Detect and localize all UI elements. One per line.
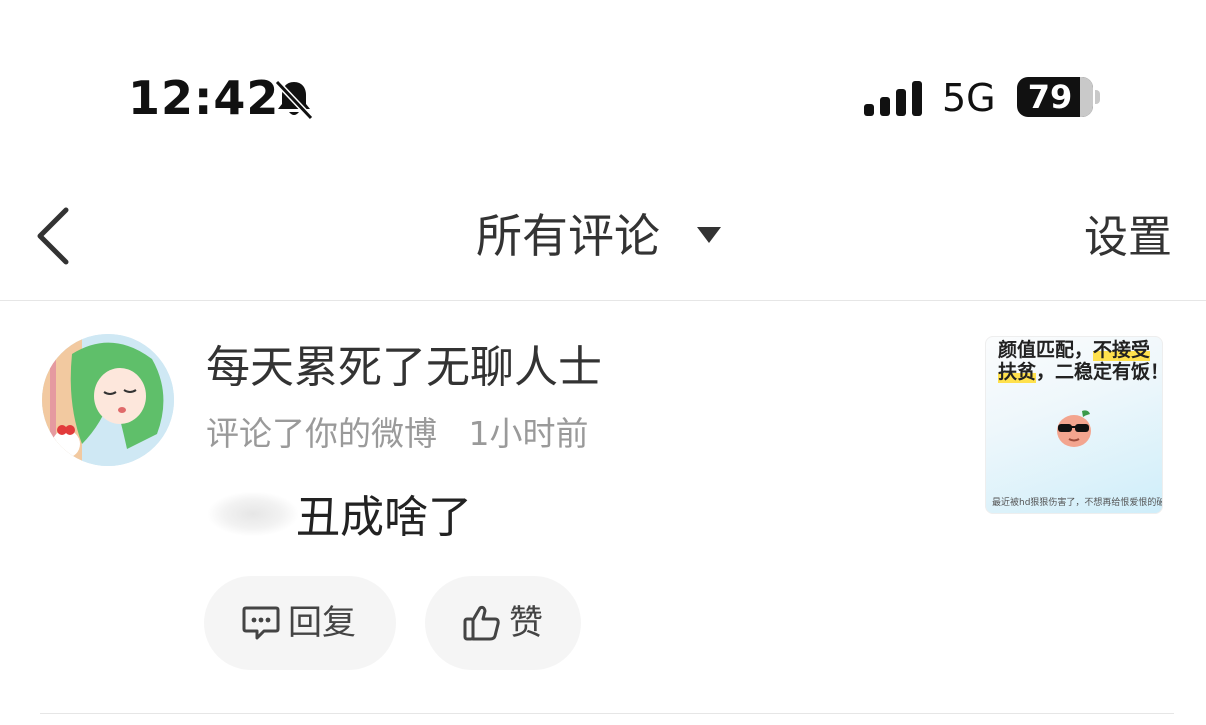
network-type: 5G xyxy=(942,76,996,120)
divider xyxy=(40,713,1174,714)
caret-down-icon[interactable] xyxy=(696,226,722,244)
like-button[interactable]: 赞 xyxy=(425,576,581,670)
battery-tip xyxy=(1095,90,1100,104)
thumbnail-text-1b: 不接受 xyxy=(1093,339,1151,361)
battery-empty-segment xyxy=(1080,77,1093,117)
comment-bubble-icon xyxy=(242,606,280,640)
bell-slash-icon xyxy=(274,79,314,121)
thumbnail-text-2b: ，二稳定有饭！ xyxy=(1036,361,1163,383)
status-time: 12:42 xyxy=(128,71,280,125)
avatar[interactable] xyxy=(42,334,174,466)
comment-time: 1小时前 xyxy=(468,414,589,453)
comment-text: 丑成啥了 xyxy=(296,492,472,543)
reply-label: 回复 xyxy=(288,603,356,643)
post-thumbnail[interactable]: 颜值匹配，不接受 扶贫，二稳定有饭！ 最近被hd狠狠伤害了，不想再给恨爱恨的破c… xyxy=(985,336,1163,514)
thumbnail-caption: 最近被hd狠狠伤害了，不想再给恨爱恨的破cp，我 xyxy=(992,498,1162,508)
battery-level: 79 xyxy=(1027,78,1073,116)
like-label: 赞 xyxy=(509,603,543,643)
thumbnail-text-1a: 颜值匹配， xyxy=(998,339,1094,361)
thumbnail-text-2a: 扶贫 xyxy=(998,361,1037,383)
reply-button[interactable]: 回复 xyxy=(204,576,396,670)
page-title[interactable]: 所有评论 xyxy=(476,206,660,266)
divider xyxy=(0,300,1206,301)
comment-action: 评论了你的微博 xyxy=(206,414,437,453)
back-chevron-icon[interactable] xyxy=(32,204,76,268)
thumbnail-line-2: 扶贫，二稳定有饭！ xyxy=(998,359,1163,385)
battery-icon: 79 xyxy=(1017,77,1093,117)
signal-icon xyxy=(864,81,922,116)
blurred-mention xyxy=(208,492,298,536)
thumbs-up-icon xyxy=(463,605,500,641)
settings-button[interactable]: 设置 xyxy=(1084,210,1172,266)
comment-meta: 评论了你的微博 1小时前 xyxy=(206,410,588,458)
avatar-illustration xyxy=(42,334,174,466)
sticker-character-icon xyxy=(1057,410,1091,447)
comment-username[interactable]: 每天累死了无聊人士 xyxy=(206,338,602,398)
